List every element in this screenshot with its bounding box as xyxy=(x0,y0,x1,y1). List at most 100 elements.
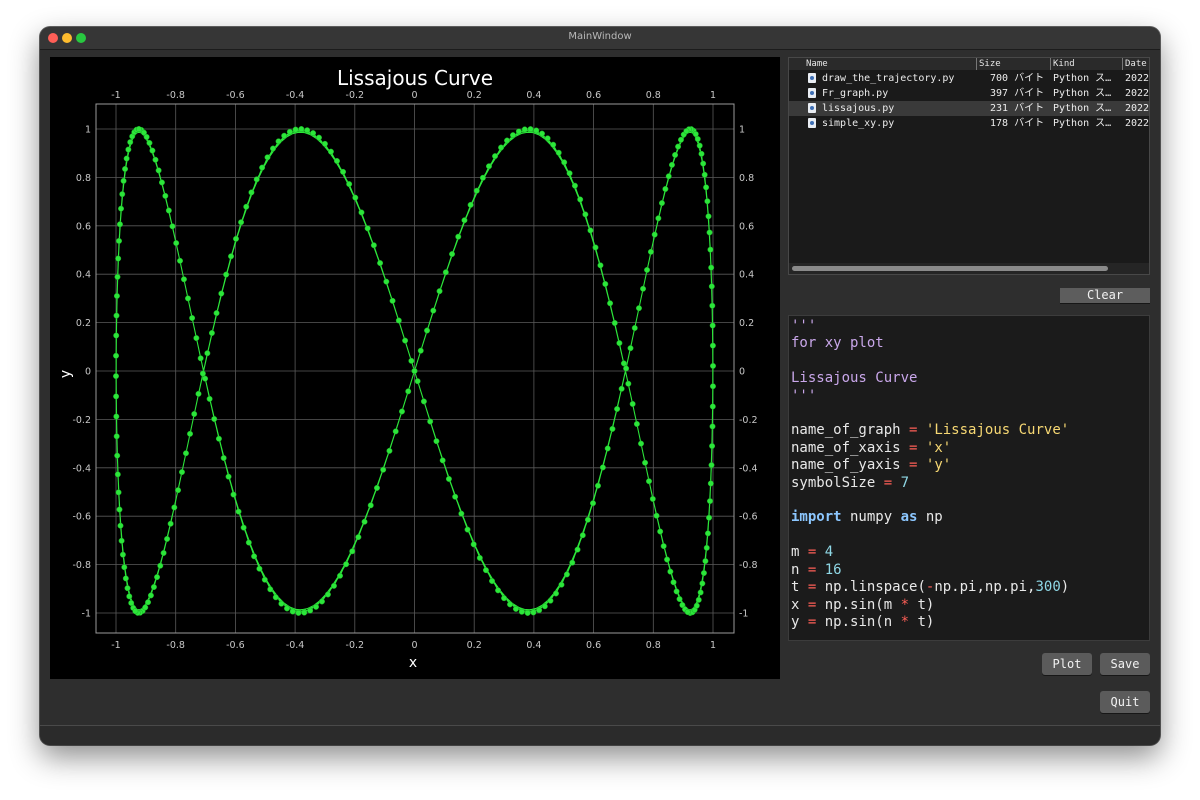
data-point xyxy=(127,139,134,146)
save-button[interactable]: Save xyxy=(1100,653,1150,675)
data-point xyxy=(197,355,204,362)
horizontal-scrollbar[interactable] xyxy=(789,263,1149,274)
data-point xyxy=(233,235,239,242)
data-point xyxy=(189,315,196,322)
data-point xyxy=(383,278,390,285)
data-point xyxy=(191,411,198,417)
data-point xyxy=(590,500,596,507)
data-point xyxy=(701,171,708,178)
x-tick-label-top: 0 xyxy=(411,90,417,101)
y-tick-label-right: 0.6 xyxy=(739,221,754,232)
code-token: y xyxy=(791,613,808,630)
file-row[interactable]: draw_the_trajectory.py 700 バイト Python ス… 20… xyxy=(789,71,1149,86)
y-tick-label-right: 0.4 xyxy=(739,270,754,281)
data-point xyxy=(703,184,710,191)
data-point xyxy=(167,520,174,527)
plot-widget[interactable]: -1 -1 -0.8 -0.8 -0.6 -0.6 -0.4 -0.4 -0.2 -0.2 0 0 0.… xyxy=(50,57,780,679)
data-point xyxy=(113,332,120,339)
code-token: * xyxy=(900,596,910,613)
data-point xyxy=(705,213,712,220)
data-point xyxy=(126,593,133,600)
data-point xyxy=(668,161,675,168)
y-tick-label-right: -0.2 xyxy=(739,415,758,426)
lissajous-plot[interactable]: -1 -1 -0.8 -0.8 -0.6 -0.6 -0.4 -0.4 -0.2 -0.2 0 0 0.… xyxy=(50,57,780,679)
file-list[interactable]: Name Size Kind Date draw_the_trajectory.… xyxy=(788,57,1150,275)
data-point xyxy=(116,237,122,244)
code-editor[interactable]: ''' for xy plot Lissajous Curve ''' name… xyxy=(788,315,1150,641)
y-tick-label-left: -0.2 xyxy=(72,415,91,426)
data-point xyxy=(473,187,480,194)
code-line: ''' xyxy=(791,318,816,334)
code-token: name_of_graph xyxy=(791,422,910,439)
column-header-name[interactable]: Name xyxy=(806,58,828,70)
column-header-date[interactable]: Date xyxy=(1122,58,1147,70)
data-point xyxy=(367,502,374,509)
data-point xyxy=(625,380,632,387)
column-header-kind[interactable]: Kind xyxy=(1050,58,1075,70)
x-tick-label-top: -0.4 xyxy=(286,90,305,101)
data-point xyxy=(245,539,252,546)
clear-button[interactable]: Clear xyxy=(1060,288,1150,303)
window-title: MainWindow xyxy=(568,31,632,42)
data-point xyxy=(307,607,314,614)
data-point xyxy=(561,159,568,166)
data-point xyxy=(355,534,362,541)
data-point xyxy=(698,150,705,157)
data-point xyxy=(708,264,715,271)
data-point xyxy=(318,598,325,605)
data-point xyxy=(670,579,677,586)
python-file-icon xyxy=(808,73,816,83)
data-point xyxy=(445,475,452,482)
data-point xyxy=(436,288,443,295)
data-point xyxy=(646,478,652,485)
data-point xyxy=(158,179,165,186)
plot-title: Lissajous Curve xyxy=(337,66,493,90)
code-token: t) xyxy=(909,613,935,630)
data-point xyxy=(683,128,690,135)
data-point xyxy=(539,130,545,137)
plot-button[interactable]: Plot xyxy=(1042,653,1092,675)
quit-button[interactable]: Quit xyxy=(1100,691,1150,713)
data-point xyxy=(629,400,636,407)
code-token: 'y' xyxy=(925,457,952,474)
data-point xyxy=(125,146,132,153)
file-row[interactable]: lissajous.py 231 バイト Python ス… 2022 xyxy=(789,101,1149,116)
code-token: 'x' xyxy=(925,439,952,456)
data-point xyxy=(261,576,268,583)
data-point xyxy=(115,489,122,496)
data-point xyxy=(574,546,581,553)
data-point xyxy=(145,599,152,606)
code-token: Lissajous Curve xyxy=(791,370,918,387)
data-point xyxy=(272,594,279,601)
data-point xyxy=(160,550,167,556)
y-tick-label-right: -1 xyxy=(739,609,748,620)
data-point xyxy=(571,182,578,189)
data-point xyxy=(495,587,502,594)
file-row[interactable]: simple_xy.py 178 バイト Python ス… 2022 xyxy=(789,116,1149,131)
data-point xyxy=(703,544,710,551)
data-point xyxy=(178,469,185,476)
column-header-size[interactable]: Size xyxy=(976,58,1001,70)
file-size: 700 バイト xyxy=(990,73,1045,84)
data-point xyxy=(149,147,156,154)
data-point xyxy=(709,302,716,309)
file-kind: Python ス… xyxy=(1053,88,1112,99)
file-row[interactable]: Fr_graph.py 397 バイト Python ス… 2022 xyxy=(789,86,1149,101)
data-point xyxy=(128,599,135,606)
file-kind: Python ス… xyxy=(1053,118,1112,129)
x-tick-label-bottom: 0.6 xyxy=(586,640,601,651)
x-tick-label-top: 0.4 xyxy=(526,90,541,101)
data-point xyxy=(602,281,609,287)
data-point xyxy=(611,320,618,326)
code-token: as xyxy=(900,509,918,526)
scrollbar-thumb[interactable] xyxy=(792,266,1108,271)
x-tick-label-top: -0.2 xyxy=(346,90,365,101)
main-window: MainWindow -1 -1 -0.8 -0.8 -0.6 -0.6 -0.4 -0.4-… xyxy=(40,27,1160,745)
data-point xyxy=(558,581,565,588)
y-tick-label-left: -0.6 xyxy=(72,512,91,523)
data-point xyxy=(173,240,180,247)
code-text[interactable]: ''' for xy plot Lissajous Curve ''' name… xyxy=(789,316,1149,631)
code-token: m xyxy=(791,544,808,561)
python-file-icon xyxy=(808,118,816,128)
